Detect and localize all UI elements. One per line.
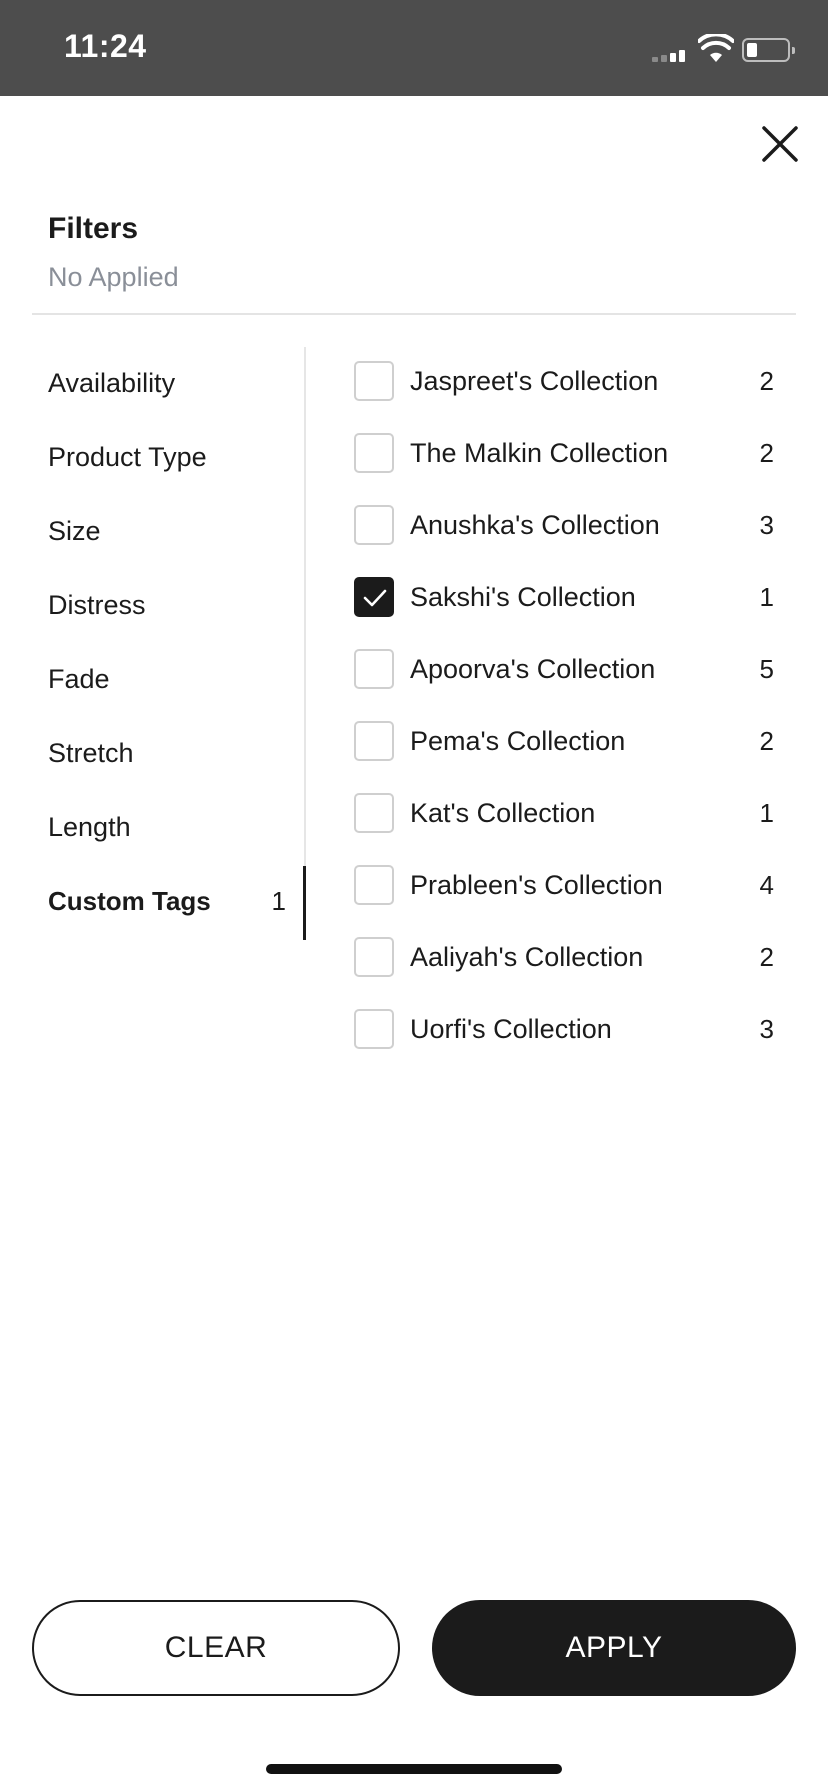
checkmark-icon xyxy=(363,589,387,607)
category-label: Stretch xyxy=(48,737,134,768)
checkbox[interactable] xyxy=(354,361,394,401)
option-count: 1 xyxy=(759,797,774,828)
filter-option[interactable]: Anushka's Collection 3 xyxy=(354,489,774,561)
apply-button[interactable]: APPLY xyxy=(432,1600,796,1696)
wifi-icon xyxy=(698,34,734,62)
option-count: 1 xyxy=(759,581,774,612)
category-label: Product Type xyxy=(48,441,207,472)
option-label: Apoorva's Collection xyxy=(410,653,656,684)
close-button[interactable] xyxy=(758,122,802,166)
option-label: Anushka's Collection xyxy=(410,509,660,540)
filter-option[interactable]: Apoorva's Collection 5 xyxy=(354,633,774,705)
filter-options-list: Jaspreet's Collection 2 The Malkin Colle… xyxy=(354,345,774,1065)
checkbox[interactable] xyxy=(354,793,394,833)
checkbox[interactable] xyxy=(354,865,394,905)
checkbox[interactable] xyxy=(354,1009,394,1049)
option-count: 2 xyxy=(759,941,774,972)
category-availability[interactable]: Availability xyxy=(0,346,306,420)
option-count: 2 xyxy=(759,437,774,468)
status-time: 11:24 xyxy=(64,28,147,64)
cellular-signal-icon xyxy=(652,50,688,62)
option-label: Jaspreet's Collection xyxy=(410,365,659,396)
checkbox[interactable] xyxy=(354,721,394,761)
filter-option[interactable]: Sakshi's Collection 1 xyxy=(354,561,774,633)
filter-option[interactable]: The Malkin Collection 2 xyxy=(354,417,774,489)
category-fade[interactable]: Fade xyxy=(0,642,306,716)
category-label: Size xyxy=(48,515,101,546)
category-label: Fade xyxy=(48,663,110,694)
checkbox[interactable] xyxy=(354,433,394,473)
option-count: 2 xyxy=(759,725,774,756)
category-label: Length xyxy=(48,811,131,842)
option-label: Uorfi's Collection xyxy=(410,1013,612,1044)
filter-option[interactable]: Kat's Collection 1 xyxy=(354,777,774,849)
battery-icon xyxy=(742,38,795,62)
option-label: Pema's Collection xyxy=(410,725,626,756)
checkbox[interactable] xyxy=(354,505,394,545)
close-icon xyxy=(762,126,798,162)
filter-option[interactable]: Pema's Collection 2 xyxy=(354,705,774,777)
home-indicator xyxy=(266,1764,562,1774)
clear-button[interactable]: CLEAR xyxy=(32,1600,400,1696)
category-product-type[interactable]: Product Type xyxy=(0,420,306,494)
option-label: Sakshi's Collection xyxy=(410,581,636,612)
filter-option[interactable]: Prableen's Collection 4 xyxy=(354,849,774,921)
filter-option[interactable]: Uorfi's Collection 3 xyxy=(354,993,774,1065)
category-distress[interactable]: Distress xyxy=(0,568,306,642)
category-label: Distress xyxy=(48,589,146,620)
option-label: The Malkin Collection xyxy=(410,437,669,468)
checkbox-checked[interactable] xyxy=(354,577,394,617)
checkbox[interactable] xyxy=(354,937,394,977)
filter-option[interactable]: Jaspreet's Collection 2 xyxy=(354,345,774,417)
category-length[interactable]: Length xyxy=(0,790,306,864)
option-count: 2 xyxy=(759,365,774,396)
category-label: Availability xyxy=(48,367,176,398)
option-label: Prableen's Collection xyxy=(410,869,663,900)
category-custom-tags[interactable]: Custom Tags 1 xyxy=(0,864,306,938)
option-label: Aaliyah's Collection xyxy=(410,941,644,972)
category-selected-count: 1 xyxy=(271,885,286,916)
option-count: 5 xyxy=(759,653,774,684)
category-list: Availability Product Type Size Distress … xyxy=(0,346,306,938)
option-label: Kat's Collection xyxy=(410,797,596,828)
header-divider xyxy=(32,313,796,315)
option-count: 3 xyxy=(759,1013,774,1044)
option-count: 3 xyxy=(759,509,774,540)
status-bar: 11:24 xyxy=(0,0,828,96)
filters-status: No Applied xyxy=(48,262,179,292)
checkbox[interactable] xyxy=(354,649,394,689)
category-size[interactable]: Size xyxy=(0,494,306,568)
category-stretch[interactable]: Stretch xyxy=(0,716,306,790)
filters-title: Filters xyxy=(48,212,139,245)
option-count: 4 xyxy=(759,869,774,900)
filter-option[interactable]: Aaliyah's Collection 2 xyxy=(354,921,774,993)
category-label: Custom Tags xyxy=(48,885,211,916)
